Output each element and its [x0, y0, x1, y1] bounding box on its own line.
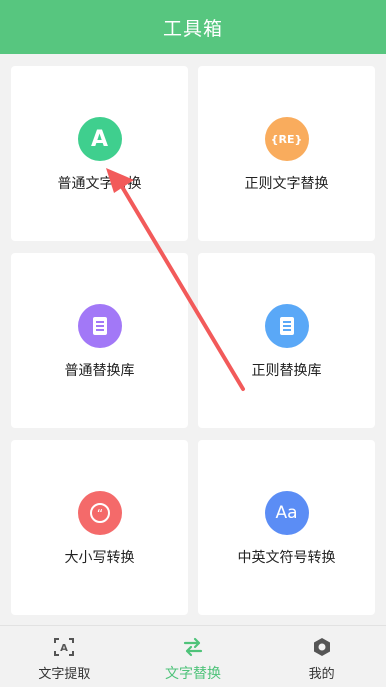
- letter-a-icon: A: [77, 117, 122, 161]
- tool-label: 正则替换库: [251, 363, 322, 379]
- tool-card-plain-replace-library[interactable]: 普通替换库: [11, 253, 188, 428]
- aa-icon: Aa: [264, 491, 309, 535]
- book-icon: [77, 304, 122, 348]
- tool-card-regex-replace-library[interactable]: 正则替换库: [198, 253, 375, 428]
- tab-mine[interactable]: 我的: [257, 626, 386, 687]
- tab-label: 文字提取: [38, 667, 91, 682]
- text-scan-icon: A: [54, 638, 75, 656]
- tool-card-plain-text-replace[interactable]: A 普通文字替换: [11, 66, 188, 241]
- tab-text-replace[interactable]: 文字替换: [129, 626, 258, 687]
- tool-label: 中英文符号转换: [237, 550, 336, 566]
- swap-arrows-icon: [183, 637, 203, 657]
- book-icon: [264, 304, 309, 348]
- svg-text:“: “: [96, 507, 102, 521]
- tool-label: 正则文字替换: [244, 176, 329, 192]
- quote-icon: “: [77, 491, 122, 535]
- tab-label: 我的: [308, 667, 335, 682]
- tool-card-symbol-convert[interactable]: Aa 中英文符号转换: [198, 440, 375, 615]
- tool-label: 普通文字替换: [57, 176, 142, 192]
- app-header: 工具箱: [0, 0, 386, 54]
- regex-icon: {RE}: [264, 117, 309, 161]
- tool-card-regex-text-replace[interactable]: {RE} 正则文字替换: [198, 66, 375, 241]
- bottom-tab-bar: A 文字提取 文字替换 我的: [0, 625, 386, 687]
- tool-label: 大小写转换: [64, 550, 135, 566]
- svg-text:A: A: [60, 643, 68, 654]
- tool-card-case-convert[interactable]: “ 大小写转换: [11, 440, 188, 615]
- page-title: 工具箱: [162, 17, 223, 40]
- tool-label: 普通替换库: [64, 363, 135, 379]
- hexagon-settings-icon: [313, 638, 330, 656]
- tab-text-extract[interactable]: A 文字提取: [0, 626, 129, 687]
- tab-label: 文字替换: [165, 666, 221, 682]
